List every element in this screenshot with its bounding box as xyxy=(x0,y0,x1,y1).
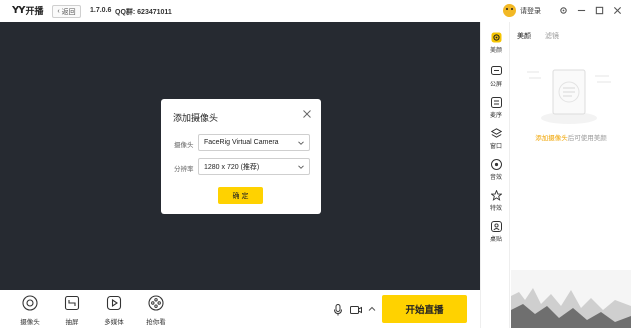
minimize-icon[interactable] xyxy=(575,5,587,17)
sidebar-item-label: 公屏 xyxy=(489,82,502,88)
video-camera-icon[interactable] xyxy=(350,305,362,315)
media-play-icon xyxy=(106,295,122,311)
logo-mark: YY xyxy=(12,5,26,16)
sidebar-item-sticker[interactable]: 桌贴 xyxy=(481,221,511,243)
sidebar-item-label: 美颜 xyxy=(489,48,502,54)
camera-circle-icon xyxy=(22,295,38,311)
sidebar-item-label: 窗口 xyxy=(489,144,502,150)
close-icon[interactable] xyxy=(302,109,312,119)
beauty-icon xyxy=(491,32,502,43)
add-camera-dialog: 添加摄像头 摄像头 FaceRig Virtual Camera 分辨率 128… xyxy=(161,99,321,214)
landscape-thumbnail xyxy=(511,270,631,328)
camera-select-value: FaceRig Virtual Camera xyxy=(204,139,279,146)
version-label: 1.7.0.6 xyxy=(90,7,112,14)
gamepad-icon xyxy=(148,295,164,311)
sidebar-item-label: 桌贴 xyxy=(489,237,502,243)
beauty-panel: 美颜 滤镜 添加摄像头后可使用美颜 xyxy=(511,22,631,328)
tool-camera-label: 摄像头 xyxy=(20,319,40,326)
tool-camera[interactable]: 摄像头 xyxy=(10,295,50,326)
login-link[interactable]: 请登录 xyxy=(520,6,541,16)
app-logo: YY 开播 xyxy=(12,4,44,17)
chevron-down-icon xyxy=(298,164,304,170)
tool-multimedia-label: 多媒体 xyxy=(104,319,124,326)
tool-game[interactable]: 抢你看 xyxy=(136,295,176,326)
chevron-up-icon[interactable] xyxy=(368,305,376,313)
dialog-title: 添加摄像头 xyxy=(173,113,219,123)
tab-filter[interactable]: 滤镜 xyxy=(545,31,559,41)
chevron-down-icon xyxy=(298,140,304,146)
sidebar-item-effects[interactable]: 特效 xyxy=(481,189,511,212)
star-icon xyxy=(489,189,503,201)
logo-name: 开播 xyxy=(25,6,44,16)
empty-state-text: 添加摄像头后可使用美颜 xyxy=(511,132,631,142)
feature-sidebar: 美颜 公屏 麦序 窗口 音效 特效 桌贴 xyxy=(480,22,510,328)
empty-state-illustration xyxy=(527,69,611,124)
panel-tabs: 美颜 滤镜 xyxy=(517,31,573,41)
sidebar-item-label: 麦序 xyxy=(489,113,502,119)
screen-capture-icon xyxy=(64,295,80,311)
tool-screen-capture-label: 抽屏 xyxy=(65,319,79,326)
add-camera-link[interactable]: 添加摄像头 xyxy=(535,135,568,142)
resolution-select[interactable]: 1280 x 720 (推荐) xyxy=(198,158,310,175)
back-button[interactable]: ‹ 返回 xyxy=(52,5,81,18)
tool-screen-capture[interactable]: 抽屏 xyxy=(52,295,92,326)
sidebar-item-label: 音效 xyxy=(489,175,502,181)
sidebar-item-window[interactable]: 窗口 xyxy=(481,128,511,150)
sticker-icon xyxy=(490,221,502,232)
sound-icon xyxy=(490,159,502,170)
start-live-button[interactable]: 开始直播 xyxy=(382,295,467,323)
empty-state-message: 后可使用美颜 xyxy=(567,135,607,142)
tool-multimedia[interactable]: 多媒体 xyxy=(94,295,134,326)
tab-beauty[interactable]: 美颜 xyxy=(517,31,531,41)
avatar[interactable] xyxy=(503,4,516,17)
back-label: 返回 xyxy=(61,8,76,16)
sidebar-item-label: 特效 xyxy=(489,206,502,212)
resolution-label: 分辨率 xyxy=(174,166,194,173)
layers-icon xyxy=(490,128,502,139)
chat-icon xyxy=(490,66,502,77)
microphone-icon[interactable] xyxy=(333,304,343,316)
tool-game-label: 抢你看 xyxy=(146,319,166,326)
sidebar-item-queue[interactable]: 麦序 xyxy=(481,97,511,119)
sidebar-item-sound[interactable]: 音效 xyxy=(481,159,511,181)
sidebar-item-beauty[interactable]: 美颜 xyxy=(481,32,511,54)
close-icon[interactable] xyxy=(611,5,623,17)
settings-icon[interactable] xyxy=(557,5,569,17)
chevron-left-icon: ‹ xyxy=(57,8,60,15)
confirm-button[interactable]: 确 定 xyxy=(218,187,263,204)
qq-group-label: QQ群: 623471011 xyxy=(115,9,172,16)
bottom-toolbar: 摄像头 抽屏 多媒体 抢你看 开始直播 xyxy=(0,290,480,328)
sidebar-item-chat[interactable]: 公屏 xyxy=(481,66,511,88)
maximize-icon[interactable] xyxy=(593,5,605,17)
resolution-select-value: 1280 x 720 (推荐) xyxy=(204,163,260,171)
camera-label: 摄像头 xyxy=(174,142,194,149)
list-icon xyxy=(490,97,502,108)
title-bar-controls: 请登录 xyxy=(503,4,623,17)
camera-select[interactable]: FaceRig Virtual Camera xyxy=(198,134,310,151)
title-bar: YY 开播 ‹ 返回 1.7.0.6 QQ群: 623471011 请登录 xyxy=(0,0,631,22)
